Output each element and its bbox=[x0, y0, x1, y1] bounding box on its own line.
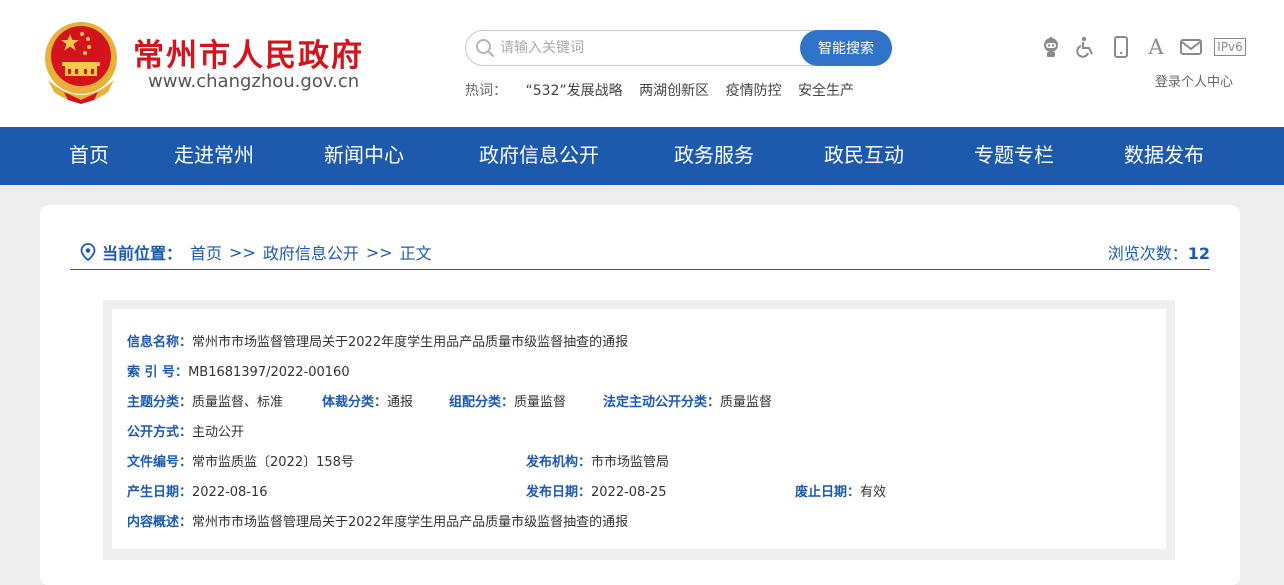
breadcrumb-separator: >> bbox=[229, 242, 256, 262]
info-key: 组配分类： bbox=[449, 395, 515, 410]
info-key: 发布日期： bbox=[526, 485, 592, 500]
view-count: 浏览次数：12 bbox=[1108, 240, 1210, 264]
info-row-categories: 主题分类：质量监督、标准 体裁分类：通报 组配分类：质量监督 法定主动公开分类：… bbox=[127, 391, 1127, 411]
mail-icon[interactable] bbox=[1178, 34, 1204, 60]
national-emblem-icon[interactable] bbox=[42, 20, 120, 104]
info-row-index: 索 引 号：MB1681397/2022-00160 bbox=[127, 361, 350, 380]
nav-item-data[interactable]: 数据发布 bbox=[1124, 127, 1204, 185]
breadcrumb-label: 当前位置： bbox=[102, 244, 183, 263]
breadcrumb-home[interactable]: 首页 bbox=[190, 240, 222, 264]
info-key: 内容概述： bbox=[127, 515, 193, 530]
hot-word-link[interactable]: 疫情防控 bbox=[726, 83, 782, 99]
view-count-label: 浏览次数： bbox=[1107, 244, 1188, 263]
info-value: 市市场监管局 bbox=[591, 455, 670, 470]
login-personal-center-link[interactable]: 登录个人中心 bbox=[1155, 71, 1233, 90]
info-value: 2022-08-16 bbox=[192, 485, 268, 500]
info-table: 信息名称：常州市市场监督管理局关于2022年度学生用品产品质量市级监督抽查的通报… bbox=[103, 300, 1175, 560]
breadcrumb-current[interactable]: 正文 bbox=[400, 240, 432, 264]
search-box: 智能搜索 bbox=[465, 30, 892, 66]
nav-item-topics[interactable]: 专题专栏 bbox=[974, 127, 1054, 185]
nav-item-news[interactable]: 新闻中心 bbox=[324, 127, 404, 185]
search-input[interactable] bbox=[500, 31, 790, 65]
info-value: 常州市市场监督管理局关于2022年度学生用品产品质量市级监督抽查的通报 bbox=[192, 515, 629, 530]
breadcrumb-divider bbox=[70, 269, 1210, 270]
info-value: 常州市市场监督管理局关于2022年度学生用品产品质量市级监督抽查的通报 bbox=[192, 335, 629, 350]
info-row-open-method: 公开方式：主动公开 bbox=[127, 421, 244, 440]
info-key: 体裁分类： bbox=[322, 395, 388, 410]
info-key: 产生日期： bbox=[127, 485, 193, 500]
search-icon bbox=[476, 39, 494, 57]
nav-item-interaction[interactable]: 政民互动 bbox=[824, 127, 904, 185]
view-count-value: 12 bbox=[1187, 244, 1210, 263]
location-pin-icon bbox=[80, 243, 96, 261]
hot-word-link[interactable]: 安全生产 bbox=[798, 83, 854, 99]
tool-icons: A IPv6 bbox=[1038, 34, 1247, 60]
mobile-icon[interactable] bbox=[1108, 34, 1134, 60]
info-row-dates: 产生日期：2022-08-16 发布日期：2022-08-25 废止日期：有效 bbox=[127, 481, 1127, 501]
info-value: MB1681397/2022-00160 bbox=[188, 365, 350, 380]
font-size-icon[interactable]: A bbox=[1143, 34, 1169, 60]
info-value: 质量监督 bbox=[720, 395, 773, 410]
info-row-doc: 文件编号：常市监质监〔2022〕158号 发布机构：市市场监管局 bbox=[127, 451, 1127, 471]
font-size-letter: A bbox=[1148, 35, 1164, 59]
info-key: 法定主动公开分类： bbox=[603, 395, 721, 410]
main-nav: 首页 走进常州 新闻中心 政府信息公开 政务服务 政民互动 专题专栏 数据发布 bbox=[0, 127, 1284, 185]
info-key: 文件编号： bbox=[127, 455, 193, 470]
breadcrumb-gov-info[interactable]: 政府信息公开 bbox=[263, 240, 359, 264]
ipv6-badge: IPv6 bbox=[1214, 38, 1246, 56]
smart-search-button[interactable]: 智能搜索 bbox=[800, 30, 892, 66]
nav-item-about-changzhou[interactable]: 走进常州 bbox=[174, 127, 254, 185]
info-key: 主题分类： bbox=[127, 395, 193, 410]
breadcrumb-separator: >> bbox=[365, 242, 393, 262]
info-table-inner: 信息名称：常州市市场监督管理局关于2022年度学生用品产品质量市级监督抽查的通报… bbox=[112, 309, 1166, 549]
site-header: 常州市人民政府 www.changzhou.gov.cn 智能搜索 热词： “5… bbox=[0, 0, 1284, 127]
info-key: 发布机构： bbox=[526, 455, 592, 470]
robot-icon[interactable] bbox=[1038, 34, 1064, 60]
site-url[interactable]: www.changzhou.gov.cn bbox=[148, 71, 359, 92]
hot-words: 热词： “532”发展战略 两湖创新区 疫情防控 安全生产 bbox=[465, 80, 866, 100]
breadcrumb: 当前位置： 首页 >> 政府信息公开 >> 正文 bbox=[80, 240, 432, 264]
info-value: 质量监督 bbox=[514, 395, 567, 410]
info-key: 索 引 号： bbox=[127, 365, 189, 380]
content-panel: 当前位置： 首页 >> 政府信息公开 >> 正文 浏览次数：12 信息名称：常州… bbox=[40, 205, 1240, 585]
site-title[interactable]: 常州市人民政府 bbox=[133, 30, 364, 75]
info-value: 常市监质监〔2022〕158号 bbox=[192, 455, 354, 470]
hot-word-link[interactable]: 两湖创新区 bbox=[639, 83, 709, 99]
info-key: 废止日期： bbox=[795, 485, 861, 500]
hot-words-label: 热词： bbox=[465, 83, 507, 99]
nav-item-home[interactable]: 首页 bbox=[69, 127, 109, 185]
info-row-name: 信息名称：常州市市场监督管理局关于2022年度学生用品产品质量市级监督抽查的通报 bbox=[127, 331, 628, 350]
accessibility-icon[interactable] bbox=[1073, 34, 1099, 60]
info-value: 有效 bbox=[860, 485, 887, 500]
nav-item-gov-info[interactable]: 政府信息公开 bbox=[479, 127, 599, 185]
hot-word-link[interactable]: “532”发展战略 bbox=[525, 83, 622, 99]
info-value: 2022-08-25 bbox=[591, 485, 667, 500]
info-value: 通报 bbox=[387, 395, 414, 410]
ipv6-icon[interactable]: IPv6 bbox=[1213, 34, 1247, 60]
info-key: 公开方式： bbox=[127, 425, 193, 440]
info-value: 质量监督、标准 bbox=[192, 395, 284, 410]
info-value: 主动公开 bbox=[192, 425, 245, 440]
info-row-summary: 内容概述：常州市市场监督管理局关于2022年度学生用品产品质量市级监督抽查的通报 bbox=[127, 511, 628, 530]
info-key: 信息名称： bbox=[127, 335, 193, 350]
nav-item-services[interactable]: 政务服务 bbox=[674, 127, 754, 185]
